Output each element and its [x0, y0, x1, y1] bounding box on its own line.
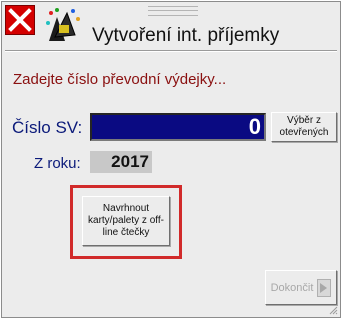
prompt-text: Zadejte číslo převodní výdejky... — [13, 71, 227, 88]
drag-handle[interactable] — [148, 6, 198, 16]
arrow-right-icon — [317, 278, 332, 297]
year-field: 2017 — [90, 151, 152, 173]
finish-button[interactable]: Dokončit — [265, 270, 337, 305]
title-divider — [5, 50, 337, 52]
select-open-button[interactable]: Výběr z otevřených — [271, 112, 337, 142]
sv-number-label: Číslo SV: — [12, 118, 83, 137]
finish-button-label: Dokončit — [270, 281, 314, 294]
close-x-icon — [8, 8, 32, 32]
window-title: Vytvoření int. příjemky — [92, 25, 280, 46]
dialog-window: Vytvoření int. příjemky Zadejte číslo př… — [1, 1, 341, 318]
year-label: Z roku: — [34, 155, 81, 172]
offline-reader-button[interactable]: Navrhnout karty/palety z off-line čtečky — [82, 196, 170, 246]
close-button[interactable] — [5, 5, 35, 35]
sv-number-input[interactable]: 0 — [90, 113, 266, 141]
pos-terminal-icon — [46, 8, 80, 41]
resize-grip-icon[interactable] — [328, 305, 338, 315]
